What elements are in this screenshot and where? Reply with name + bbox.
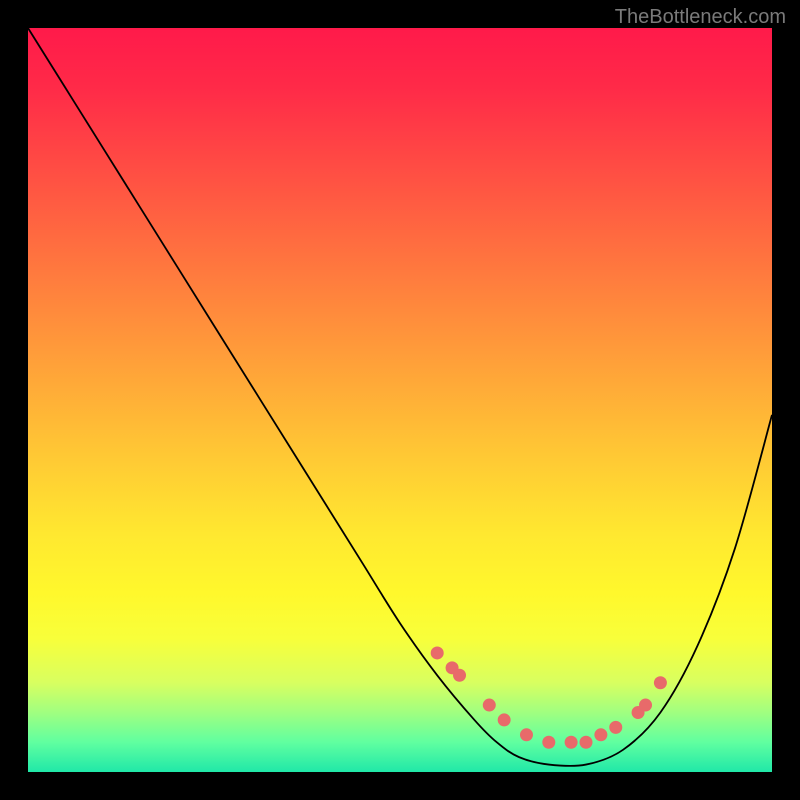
data-point (542, 736, 555, 749)
data-point (520, 728, 533, 741)
data-point (453, 669, 466, 682)
plot-area (28, 28, 772, 772)
chart-svg (28, 28, 772, 772)
bottleneck-curve-path (28, 28, 772, 766)
watermark-text: TheBottleneck.com (615, 6, 786, 29)
data-point (609, 721, 622, 734)
data-point (483, 699, 496, 712)
data-point (580, 736, 593, 749)
data-point (594, 728, 607, 741)
data-point (654, 676, 667, 689)
data-point (431, 646, 444, 659)
dots-group (431, 646, 667, 748)
data-point (565, 736, 578, 749)
data-point (639, 699, 652, 712)
data-point (498, 713, 511, 726)
